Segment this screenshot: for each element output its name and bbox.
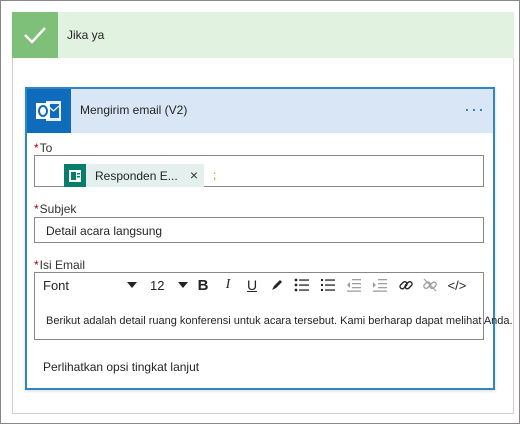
font-label: Font [43, 277, 70, 293]
more-options-icon[interactable]: ··· [464, 99, 485, 120]
separator: ; [213, 168, 217, 182]
subject-input[interactable]: Detail acara langsung [34, 217, 484, 243]
required-mark: * [34, 141, 39, 155]
decrease-indent-icon[interactable] [343, 273, 365, 297]
email-body-text: Berikut adalah detail ruang konferensi u… [46, 315, 513, 327]
bullet-list-icon[interactable] [291, 273, 313, 297]
subject-label: *Subjek [34, 202, 76, 216]
body-label-text: Isi Email [39, 258, 86, 272]
action-header[interactable]: Mengirim email (V2) ··· [27, 89, 493, 133]
increase-indent-icon[interactable] [369, 273, 391, 297]
to-label-text: To [39, 141, 53, 155]
condition-yes-header[interactable]: Jika ya [12, 12, 514, 58]
rich-text-toolbar: Font 12 B I U </> [34, 272, 484, 298]
unlink-icon[interactable] [419, 273, 441, 297]
code-view-button[interactable]: </> [443, 273, 471, 297]
dynamic-content-token[interactable]: Responden E... × [64, 164, 204, 187]
required-mark: * [34, 258, 39, 272]
to-field[interactable]: Responden E... × ; [34, 155, 484, 187]
remove-token-icon[interactable]: × [190, 167, 198, 183]
underline-button[interactable]: U [242, 273, 262, 297]
chevron-down-icon [178, 278, 188, 292]
link-icon[interactable] [395, 273, 417, 297]
email-body-editor[interactable]: Berikut adalah detail ruang konferensi u… [34, 297, 513, 340]
outlook-icon [27, 89, 71, 133]
italic-button[interactable]: I [218, 273, 238, 297]
pen-icon[interactable] [267, 273, 287, 297]
to-label: *To [34, 141, 52, 155]
token-label: Responden E... [95, 168, 178, 183]
forms-icon [64, 164, 86, 187]
action-title: Mengirim email (V2) [80, 103, 188, 117]
checkmark-icon [12, 12, 58, 58]
body-label: *Isi Email [34, 258, 85, 272]
font-size-label: 12 [150, 277, 165, 293]
chevron-down-icon [127, 278, 137, 292]
font-size-dropdown[interactable]: 12 [150, 273, 188, 297]
numbered-list-icon[interactable] [317, 273, 339, 297]
font-dropdown[interactable]: Font [39, 273, 141, 297]
condition-title: Jika ya [67, 28, 105, 42]
required-mark: * [34, 202, 39, 216]
subject-value: Detail acara langsung [46, 224, 163, 238]
bold-button[interactable]: B [193, 273, 213, 297]
show-advanced-options-link[interactable]: Perlihatkan opsi tingkat lanjut [43, 360, 199, 374]
subject-label-text: Subjek [39, 202, 77, 216]
